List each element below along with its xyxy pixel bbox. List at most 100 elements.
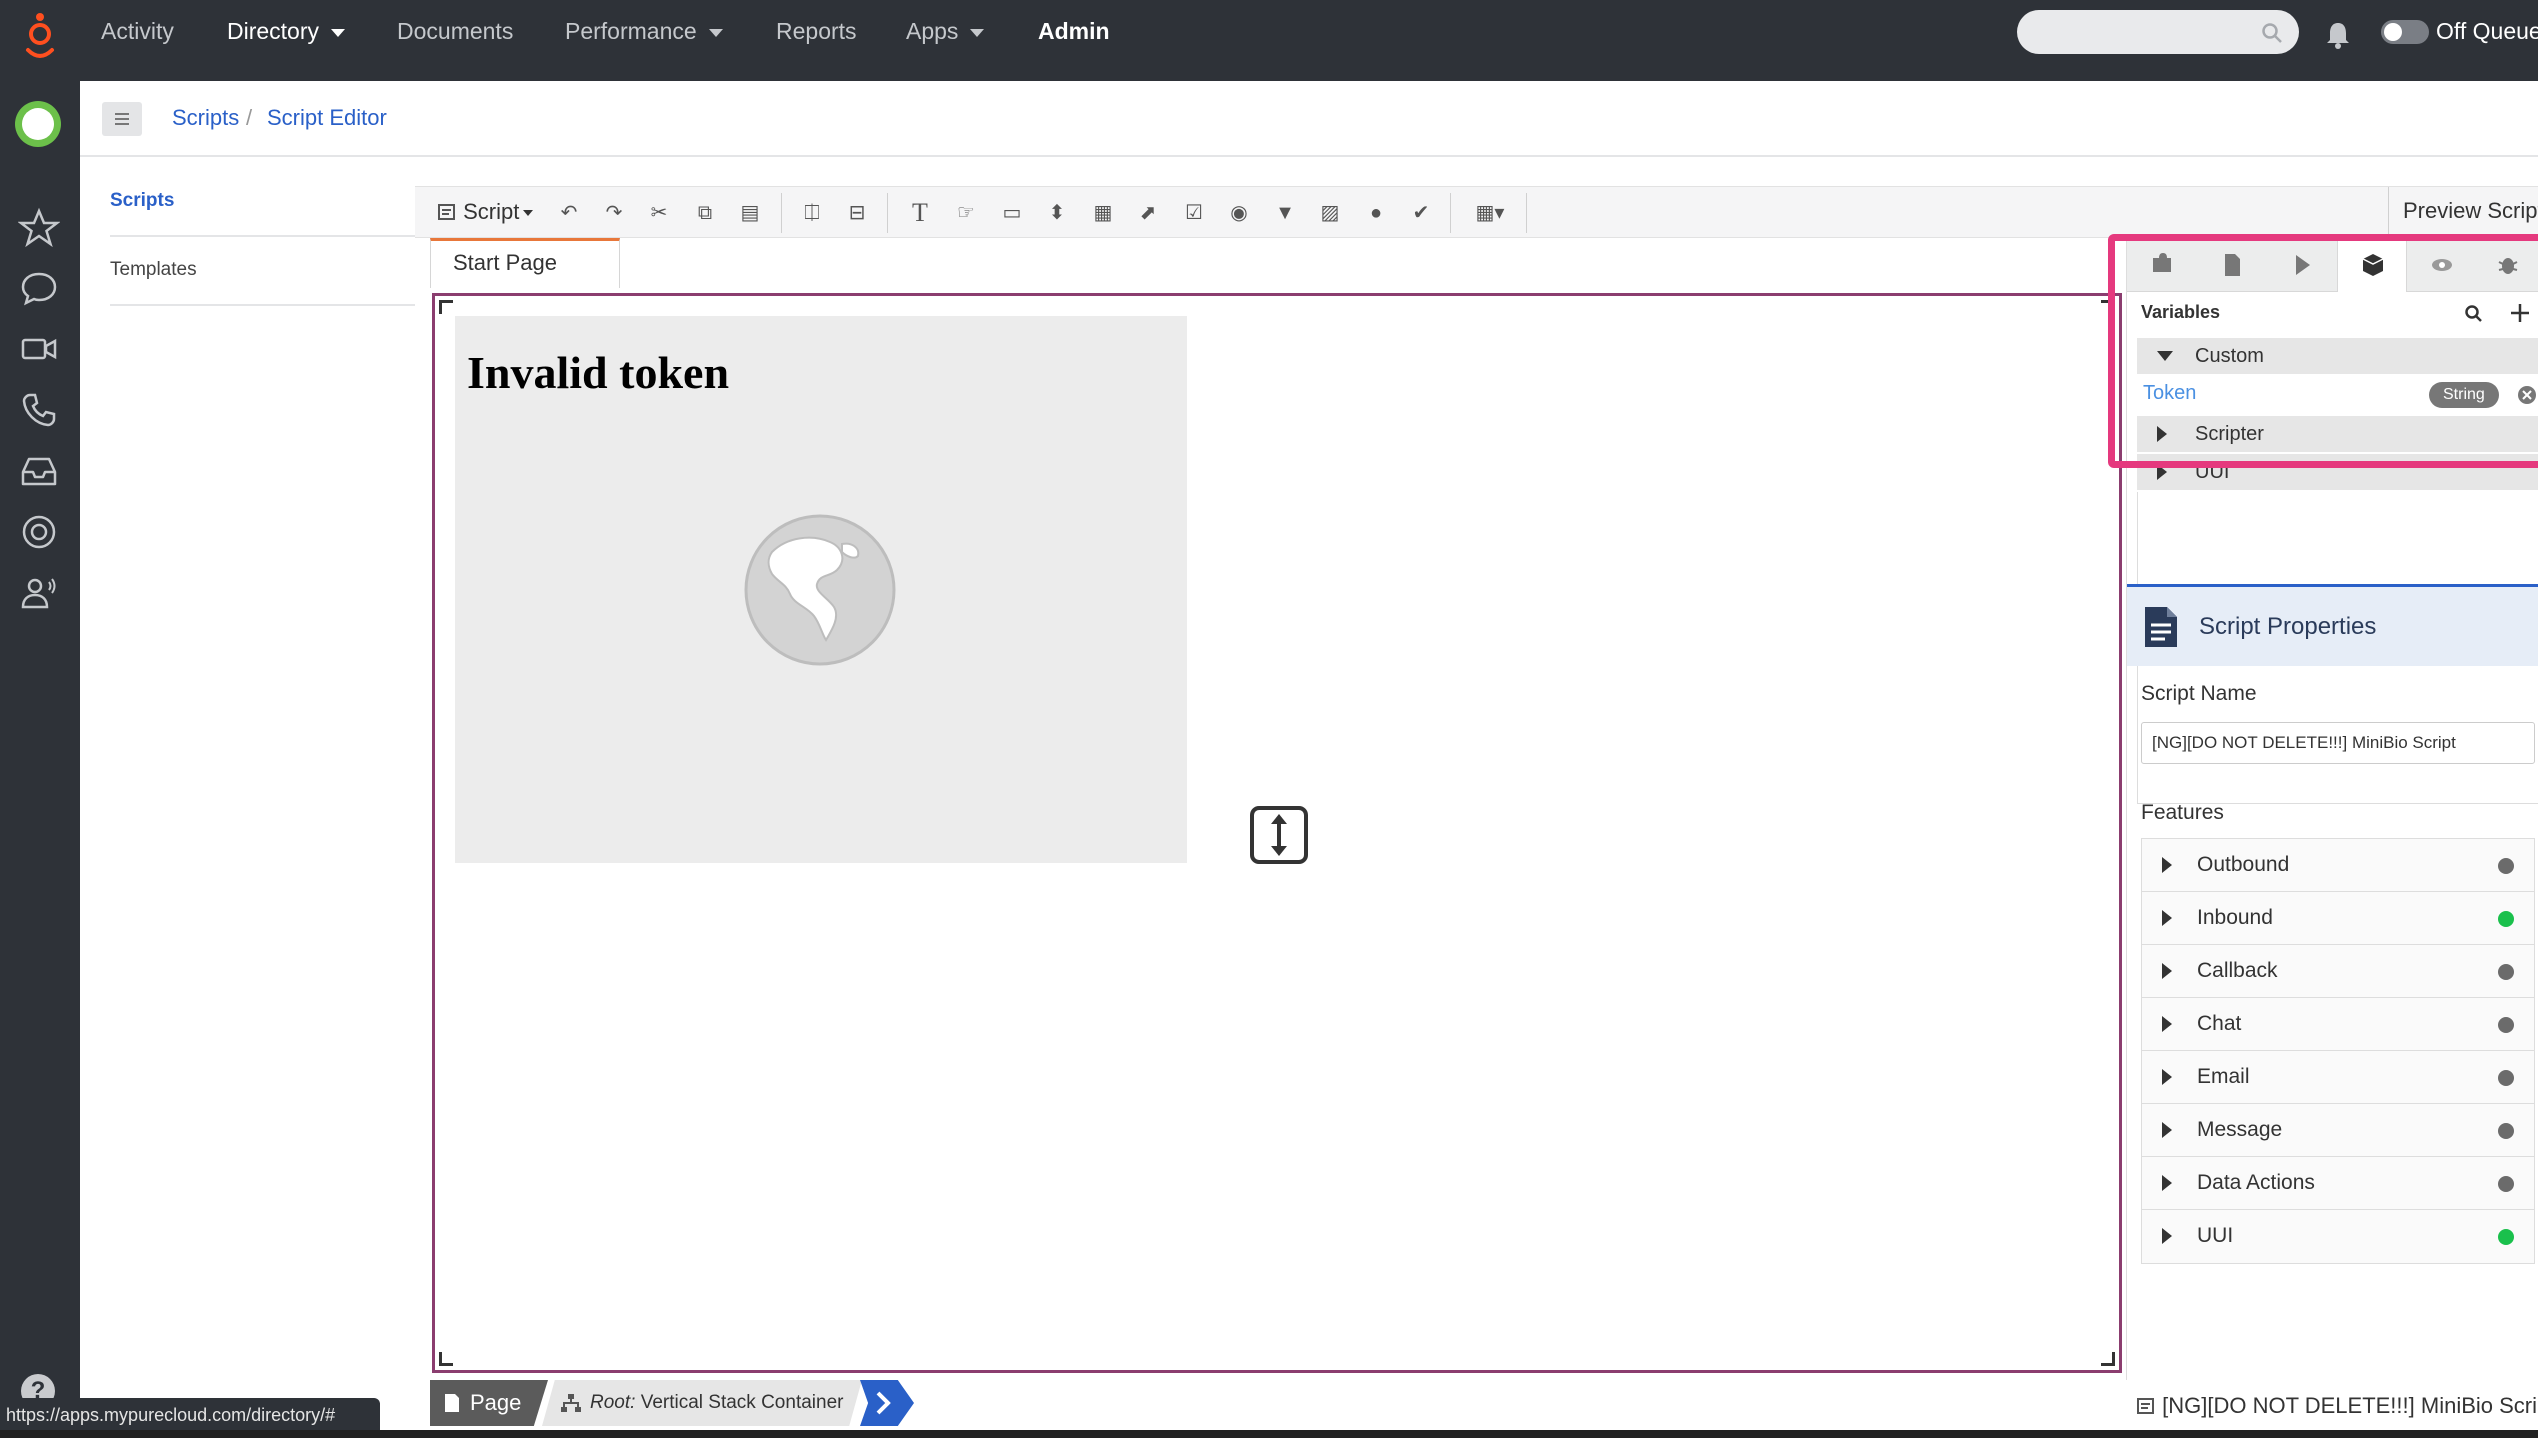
chevron-down-icon [331,28,346,37]
web-page-icon[interactable]: ● [1362,199,1390,227]
copy-icon[interactable]: ⧉ [691,199,719,227]
breadcrumb-script-editor[interactable]: Script Editor [267,105,387,131]
app-sidebar [0,81,80,1438]
variables-heading: Variables [2141,302,2221,322]
remove-variable-icon[interactable] [2517,385,2537,405]
document-icon [2145,607,2177,647]
component-path-bar: Page Root: Vertical Stack Container [430,1380,2120,1426]
support-icon[interactable] [18,511,60,553]
search-icon [2262,23,2282,43]
hierarchy-icon [561,1394,581,1412]
script-menu-dropdown[interactable]: Script [437,199,534,225]
eye-icon [2432,259,2452,271]
chevron-down-icon [523,210,534,217]
video-icon[interactable] [18,328,60,370]
nav-reports[interactable]: Reports [776,18,857,48]
dropdown-icon[interactable]: ▼ [1271,199,1299,227]
chevron-right-icon [2157,426,2167,442]
paste-icon[interactable]: ▤ [736,199,764,227]
path-next-button[interactable] [860,1380,914,1426]
page-crumb[interactable]: Page [430,1380,548,1426]
search-input[interactable] [2017,10,2299,54]
invalid-token-text: Invalid token [467,347,730,398]
variable-group-uui[interactable]: UUI [2137,454,2538,490]
feature-email[interactable]: Email [2142,1051,2534,1104]
menu-toggle-button[interactable] [102,102,142,136]
done-icon[interactable]: ✔ [1407,199,1435,227]
feature-message[interactable]: Message [2142,1104,2534,1157]
star-icon[interactable] [18,206,60,248]
cut-icon[interactable]: ✂ [645,199,673,227]
tab-pages[interactable] [2197,238,2267,292]
feature-chat[interactable]: Chat [2142,998,2534,1051]
resize-handle[interactable] [1250,806,1308,864]
scripts-left-nav: Scripts Templates [80,157,415,1438]
breadcrumb-scripts[interactable]: Scripts [172,105,239,131]
chevron-right-icon [2162,910,2172,926]
textbox-icon[interactable]: ▭ [998,199,1026,227]
inbox-icon[interactable] [18,450,60,492]
feature-data-actions[interactable]: Data Actions [2142,1157,2534,1210]
design-canvas[interactable]: Invalid token [432,293,2122,1373]
queue-toggle[interactable] [2381,20,2429,44]
leftnav-templates[interactable]: Templates [110,259,197,281]
nav-activity[interactable]: Activity [101,18,174,48]
nav-directory[interactable]: Directory [227,18,346,48]
radio-icon[interactable]: ◉ [1225,199,1253,227]
tab-components[interactable] [2127,238,2197,292]
feature-inbound[interactable]: Inbound [2142,892,2534,945]
chevron-right-icon [2162,857,2172,873]
features-label: Features [2141,801,2224,824]
root-crumb[interactable]: Root: Vertical Stack Container [542,1380,862,1426]
editor-toolbar: Script ↶ ↷ ✂ ⧉ ▤ ⎅ ⊟ T ☞ ▭ ⬍ ▦ ⬈ ☑ ◉ ▼ ▨… [415,186,2538,238]
external-link-icon[interactable]: ⬈ [1134,199,1162,227]
tab-debug[interactable] [2477,238,2538,292]
add-variable-icon[interactable] [2509,302,2531,324]
bug-icon [2498,258,2518,274]
cube-icon [2362,254,2384,276]
nav-documents[interactable]: Documents [397,18,513,48]
vertical-container-icon[interactable]: ⎅ [798,199,826,227]
divider [110,235,415,237]
nav-performance[interactable]: Performance [565,18,723,48]
horizontal-container-icon[interactable]: ⊟ [843,199,871,227]
chevron-right-icon [2162,1016,2172,1032]
status-dot [2498,1123,2514,1139]
tab-variables[interactable] [2337,238,2407,292]
tab-preview[interactable] [2407,238,2477,292]
undo-icon[interactable]: ↶ [555,199,583,227]
web-page-component[interactable]: Invalid token [455,316,1187,863]
checkbox-icon[interactable]: ☑ [1180,199,1208,227]
calendar-icon[interactable]: ▦ [1089,199,1117,227]
variable-group-custom[interactable]: Custom [2137,338,2538,374]
user-voice-icon[interactable] [18,572,60,614]
chat-icon[interactable] [18,267,60,309]
nav-admin[interactable]: Admin [1038,18,1110,48]
script-name-input[interactable]: [NG][DO NOT DELETE!!!] MiniBio Script [2141,722,2535,764]
text-icon[interactable]: T [906,199,934,227]
page-tabs: Start Page [430,238,2120,290]
genesys-logo[interactable] [18,10,62,68]
image-icon[interactable]: ▨ [1316,199,1344,227]
feature-callback[interactable]: Callback [2142,945,2534,998]
link-cursor-icon[interactable]: ☞ [952,199,980,227]
preview-script-button[interactable]: Preview Script [2388,187,2538,237]
bell-icon[interactable] [2325,20,2351,50]
tab-start-page[interactable]: Start Page [430,238,620,288]
number-input-icon[interactable]: ⬍ [1043,199,1071,227]
status-dot [2498,1229,2514,1245]
avatar[interactable] [15,101,61,147]
variable-group-scripter[interactable]: Scripter [2137,416,2538,452]
tab-actions[interactable] [2267,238,2337,292]
table-dropdown-icon[interactable]: ▦▾ [1470,199,1510,227]
search-icon[interactable] [2464,304,2484,324]
variable-token[interactable]: Token [2143,382,2196,405]
nav-apps[interactable]: Apps [906,18,985,48]
leftnav-scripts[interactable]: Scripts [110,190,174,212]
feature-outbound[interactable]: Outbound [2142,839,2534,892]
status-url-tooltip: https://apps.mypurecloud.com/directory/# [0,1398,380,1432]
phone-icon[interactable] [18,389,60,431]
status-dot [2498,1176,2514,1192]
feature-uui[interactable]: UUI [2142,1210,2534,1263]
redo-icon[interactable]: ↷ [600,199,628,227]
